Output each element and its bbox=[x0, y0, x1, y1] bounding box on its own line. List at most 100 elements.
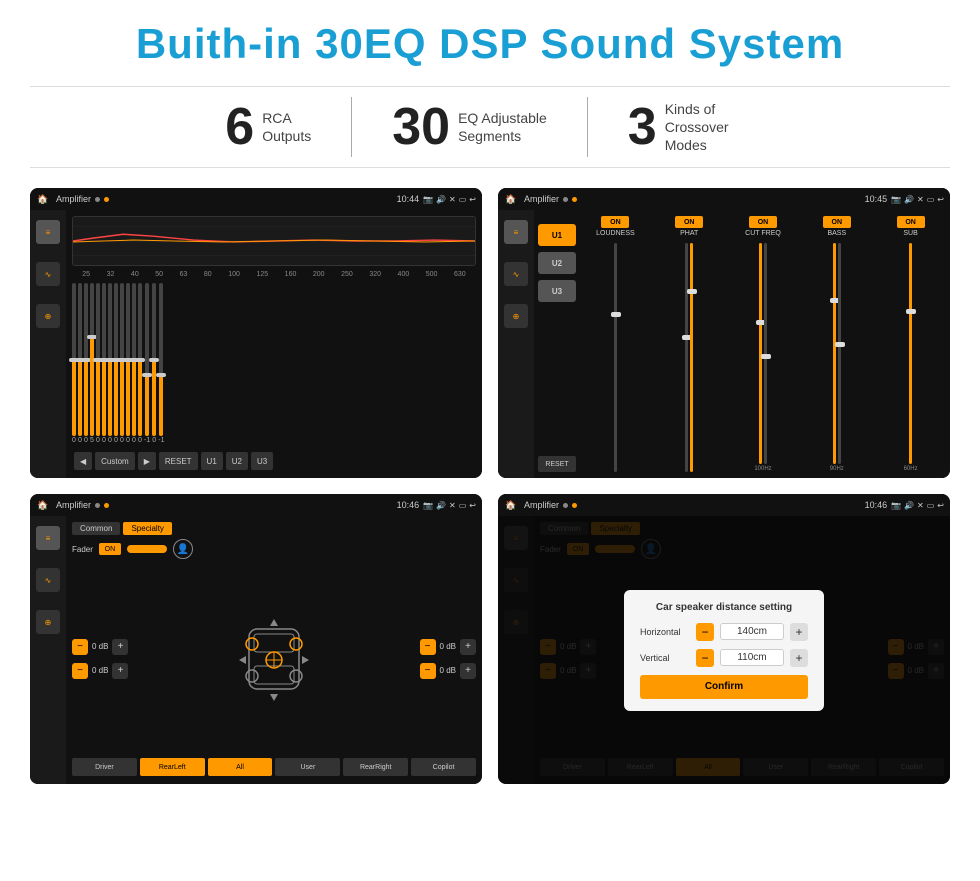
xo-sub-on[interactable]: ON bbox=[897, 216, 925, 228]
fader-sidebar-icon-2[interactable]: ∿ bbox=[36, 568, 60, 592]
fader-sidebar-icon-3[interactable]: ⊕ bbox=[36, 610, 60, 634]
dist-home-icon[interactable]: 🏠 bbox=[504, 498, 518, 512]
fader-on-btn[interactable]: ON bbox=[99, 543, 121, 555]
eq-curve-area bbox=[72, 216, 476, 266]
eq-slider-14[interactable]: 0 bbox=[152, 283, 156, 444]
stat-rca-label: RCAOutputs bbox=[262, 109, 311, 145]
fader-plus-2[interactable]: + bbox=[112, 663, 128, 679]
eq-u2-btn[interactable]: U2 bbox=[226, 452, 248, 470]
eq-slider-15[interactable]: -1 bbox=[158, 283, 164, 444]
fader-home-icon[interactable]: 🏠 bbox=[36, 498, 50, 512]
fader-plus-4[interactable]: + bbox=[460, 663, 476, 679]
xo-sidebar-icon-2[interactable]: ∿ bbox=[504, 262, 528, 286]
fader-minus-2[interactable]: − bbox=[72, 663, 88, 679]
fader-sidebar-icon-1[interactable]: ≡ bbox=[36, 526, 60, 550]
eq-slider-13[interactable]: -1 bbox=[144, 283, 150, 444]
fader-tab-common[interactable]: Common bbox=[72, 522, 120, 535]
dist-camera-icon: 📷 bbox=[891, 501, 901, 510]
fader-screen-card: 🏠 Amplifier 10:46 📷 🔊 ✕ ▭ ↩ ≡ ∿ ⊕ bbox=[30, 494, 482, 784]
xo-phat-on[interactable]: ON bbox=[675, 216, 703, 228]
dist-dot-2 bbox=[572, 503, 577, 508]
topbar-dot-1 bbox=[95, 197, 100, 202]
fader-plus-3[interactable]: + bbox=[460, 639, 476, 655]
eq-u1-btn[interactable]: U1 bbox=[201, 452, 223, 470]
eq-sidebar: ≡ ∿ ⊕ bbox=[30, 210, 66, 478]
camera-icon: 📷 bbox=[423, 195, 433, 204]
dialog-horizontal-minus[interactable]: − bbox=[696, 623, 714, 641]
eq-sidebar-icon-3[interactable]: ⊕ bbox=[36, 304, 60, 328]
page-wrapper: Buith-in 30EQ DSP Sound System 6 RCAOutp… bbox=[0, 0, 980, 881]
xo-home-icon[interactable]: 🏠 bbox=[504, 192, 518, 206]
eq-slider-9[interactable]: 0 bbox=[120, 283, 124, 444]
xo-bass-on[interactable]: ON bbox=[823, 216, 851, 228]
eq-prev-btn[interactable]: ◀ bbox=[74, 452, 92, 470]
freq-630: 630 bbox=[454, 271, 466, 278]
fader-copilot-btn[interactable]: Copilot bbox=[411, 758, 476, 776]
eq-custom-btn[interactable]: Custom bbox=[95, 452, 135, 470]
home-icon[interactable]: 🏠 bbox=[36, 192, 50, 206]
eq-slider-2[interactable]: 0 bbox=[78, 283, 82, 444]
eq-slider-1[interactable]: 0 bbox=[72, 283, 76, 444]
fader-minus-1[interactable]: − bbox=[72, 639, 88, 655]
fader-minus-3[interactable]: − bbox=[420, 639, 436, 655]
fader-rearright-btn[interactable]: RearRight bbox=[343, 758, 408, 776]
fader-controls-row: Fader ON 👤 bbox=[72, 539, 476, 559]
fader-mini-slider[interactable] bbox=[127, 545, 167, 553]
xo-u1-btn[interactable]: U1 bbox=[538, 224, 576, 246]
xo-cutfreq-name: CUT FREQ bbox=[745, 230, 781, 237]
xo-sidebar-icon-3[interactable]: ⊕ bbox=[504, 304, 528, 328]
eq-slider-4[interactable]: 5 bbox=[90, 283, 94, 444]
xo-topbar: 🏠 Amplifier 10:45 📷 🔊 ✕ ▭ ↩ bbox=[498, 188, 950, 210]
xo-close-icon: ✕ bbox=[917, 195, 924, 204]
eq-slider-7[interactable]: 0 bbox=[108, 283, 112, 444]
fader-bottom-bar: Driver RearLeft All User RearRight Copil… bbox=[72, 758, 476, 778]
fader-user-btn[interactable]: User bbox=[275, 758, 340, 776]
fader-dot-1 bbox=[95, 503, 100, 508]
eq-screen-card: 🏠 Amplifier 10:44 📷 🔊 ✕ ▭ ↩ ≡ ∿ ⊕ bbox=[30, 188, 482, 478]
confirm-button[interactable]: Confirm bbox=[640, 675, 808, 699]
volume-icon: 🔊 bbox=[436, 195, 446, 204]
xo-sidebar-icon-1[interactable]: ≡ bbox=[504, 220, 528, 244]
fader-minus-4[interactable]: − bbox=[420, 663, 436, 679]
freq-100: 100 bbox=[228, 271, 240, 278]
eq-u3-btn[interactable]: U3 bbox=[251, 452, 273, 470]
fader-driver-btn[interactable]: Driver bbox=[72, 758, 137, 776]
eq-sidebar-icon-1[interactable]: ≡ bbox=[36, 220, 60, 244]
fader-tab-specialty[interactable]: Specialty bbox=[123, 522, 171, 535]
fader-topbar-title: Amplifier bbox=[56, 500, 91, 510]
eq-slider-6[interactable]: 0 bbox=[102, 283, 106, 444]
eq-play-btn[interactable]: ▶ bbox=[138, 452, 156, 470]
eq-slider-8[interactable]: 0 bbox=[114, 283, 118, 444]
dist-topbar-title: Amplifier bbox=[524, 500, 559, 510]
xo-u2-btn[interactable]: U2 bbox=[538, 252, 576, 274]
dist-dot-1 bbox=[563, 503, 568, 508]
xo-loudness-on[interactable]: ON bbox=[601, 216, 629, 228]
xo-cutfreq-on[interactable]: ON bbox=[749, 216, 777, 228]
xo-channel-cutfreq: ON CUT FREQ 100Hz bbox=[728, 216, 799, 472]
xo-reset-btn[interactable]: RESET bbox=[538, 456, 576, 472]
fader-camera-icon: 📷 bbox=[423, 501, 433, 510]
fader-car-diagram bbox=[136, 563, 411, 754]
fader-rearleft-btn[interactable]: RearLeft bbox=[140, 758, 205, 776]
eq-reset-btn[interactable]: RESET bbox=[159, 452, 198, 470]
dialog-horizontal-plus[interactable]: + bbox=[790, 623, 808, 641]
dialog-vertical-minus[interactable]: − bbox=[696, 649, 714, 667]
eq-slider-3[interactable]: 0 bbox=[84, 283, 88, 444]
fader-db-value-3: 0 dB bbox=[440, 642, 456, 651]
fader-db-row-2: − 0 dB + bbox=[72, 663, 128, 679]
xo-u3-btn[interactable]: U3 bbox=[538, 280, 576, 302]
xo-dot-1 bbox=[563, 197, 568, 202]
eq-slider-11[interactable]: 0 bbox=[132, 283, 136, 444]
eq-sidebar-icon-2[interactable]: ∿ bbox=[36, 262, 60, 286]
fader-all-btn[interactable]: All bbox=[208, 758, 273, 776]
freq-40: 40 bbox=[131, 271, 139, 278]
eq-slider-5[interactable]: 0 bbox=[96, 283, 100, 444]
dialog-vertical-plus[interactable]: + bbox=[790, 649, 808, 667]
eq-slider-10[interactable]: 0 bbox=[126, 283, 130, 444]
fader-plus-1[interactable]: + bbox=[112, 639, 128, 655]
stat-crossover-label: Kinds ofCrossover Modes bbox=[665, 100, 755, 155]
xo-preset-buttons: U1 U2 U3 RESET bbox=[538, 216, 576, 472]
fader-person-icon: 👤 bbox=[173, 539, 193, 559]
freq-25: 25 bbox=[82, 271, 90, 278]
eq-slider-12[interactable]: 0 bbox=[138, 283, 142, 444]
